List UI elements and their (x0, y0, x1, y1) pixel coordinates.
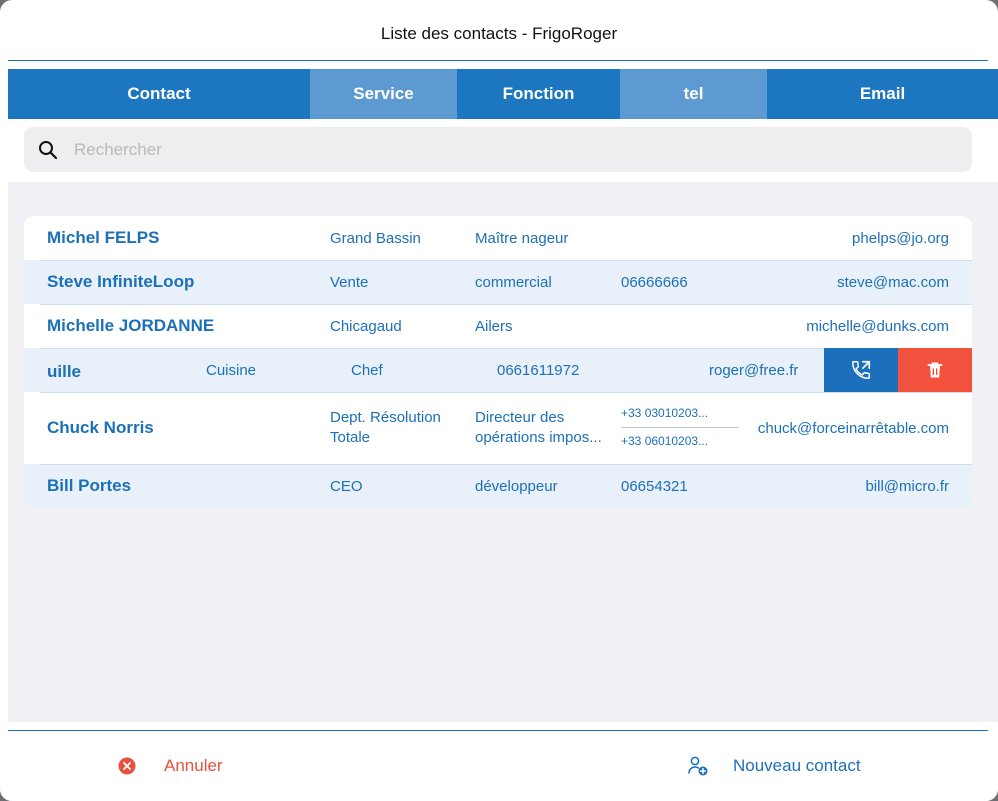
contact-name: Michel FELPS (47, 228, 160, 247)
column-header-service[interactable]: Service (310, 69, 457, 119)
contact-tel[interactable]: 06654321 (621, 478, 688, 495)
contact-service: CEO (330, 477, 363, 495)
add-user-icon (688, 756, 708, 776)
contact-service: Chicagaud (330, 317, 402, 335)
contact-service: Grand Bassin (330, 229, 421, 247)
contact-email[interactable]: michelle@dunks.com (806, 318, 949, 335)
table-row[interactable]: Michelle JORDANNE Chicagaud Ailers miche… (24, 304, 972, 348)
row-divider (40, 464, 972, 465)
contact-fonction: Chef (351, 362, 383, 379)
contact-service-line: Totale (330, 429, 371, 446)
new-contact-button[interactable]: Nouveau contact (687, 731, 861, 801)
contact-email[interactable]: chuck@forceinarrêtable.com (758, 420, 949, 437)
cancel-button[interactable]: Annuler (118, 731, 223, 801)
contact-email[interactable]: bill@micro.fr (865, 478, 949, 495)
table-row[interactable]: Chuck Norris Dept. Résolution Totale Dir… (24, 392, 972, 464)
contact-list-area: Michel FELPS Grand Bassin Maître nageur … (8, 182, 998, 722)
contact-fonction-line: opérations impos... (475, 429, 602, 446)
table-row-swiped[interactable]: uille Cuisine Chef 0661611972 roger@free… (24, 348, 972, 392)
contact-list: Michel FELPS Grand Bassin Maître nageur … (24, 216, 972, 508)
search-bar (8, 119, 998, 182)
trash-icon (927, 362, 943, 378)
contact-tel[interactable]: +33 06010203... (621, 428, 739, 454)
row-divider (40, 392, 972, 393)
title-divider (8, 60, 988, 61)
contact-fonction: développeur (475, 477, 558, 495)
contact-fonction: Directeur des opérations impos... (475, 408, 602, 448)
contact-fonction: commercial (475, 273, 552, 291)
row-divider (40, 260, 972, 261)
row-divider (40, 304, 972, 305)
contact-tel[interactable]: +33 03010203... (621, 402, 739, 428)
contact-tel[interactable]: 06666666 (621, 274, 688, 291)
contact-tel[interactable]: 0661611972 (497, 362, 579, 379)
search-input[interactable] (74, 139, 874, 160)
column-header-bar: Contact Service Fonction tel Email (8, 69, 998, 119)
search-box[interactable] (24, 127, 972, 172)
contact-phones: +33 03010203... +33 06010203... (621, 402, 739, 454)
contact-fonction: Ailers (475, 317, 513, 335)
column-header-email[interactable]: Email (767, 69, 998, 119)
table-row[interactable]: Steve InfiniteLoop Vente commercial 0666… (24, 260, 972, 304)
contact-fonction-line: Directeur des (475, 409, 565, 426)
table-row[interactable]: Bill Portes CEO développeur 06654321 bil… (24, 464, 972, 508)
contact-email[interactable]: phelps@jo.org (852, 230, 949, 247)
contact-email[interactable]: steve@mac.com (837, 274, 949, 291)
phone-forward-icon (852, 360, 871, 379)
contact-service: Cuisine (206, 362, 257, 379)
close-circle-icon (118, 757, 136, 775)
new-contact-label: Nouveau contact (733, 756, 861, 775)
column-header-fonction[interactable]: Fonction (457, 69, 620, 119)
delete-button[interactable] (898, 348, 972, 392)
call-button[interactable] (824, 348, 898, 392)
contacts-modal: Liste des contacts - FrigoRoger Contact … (0, 0, 998, 801)
contact-service: Vente (330, 273, 369, 291)
contact-name: uille (47, 362, 82, 381)
contact-name: Bill Portes (47, 476, 132, 495)
footer-bar: Annuler Nouveau contact (0, 731, 998, 801)
column-header-contact[interactable]: Contact (8, 69, 310, 119)
contact-name: Steve InfiniteLoop (47, 272, 195, 291)
cancel-label: Annuler (164, 756, 223, 775)
contact-service-line: Dept. Résolution (330, 409, 441, 426)
contact-email[interactable]: roger@free.fr (709, 362, 798, 379)
contact-name: Chuck Norris (47, 418, 154, 437)
column-header-tel[interactable]: tel (620, 69, 767, 119)
swiped-row-content: uille Cuisine Chef 0661611972 roger@free… (24, 348, 824, 392)
contact-name: Michelle JORDANNE (47, 316, 215, 335)
contact-service: Dept. Résolution Totale (330, 408, 441, 448)
table-row[interactable]: Michel FELPS Grand Bassin Maître nageur … (24, 216, 972, 260)
search-icon (39, 140, 58, 159)
contact-fonction: Maître nageur (475, 229, 569, 247)
